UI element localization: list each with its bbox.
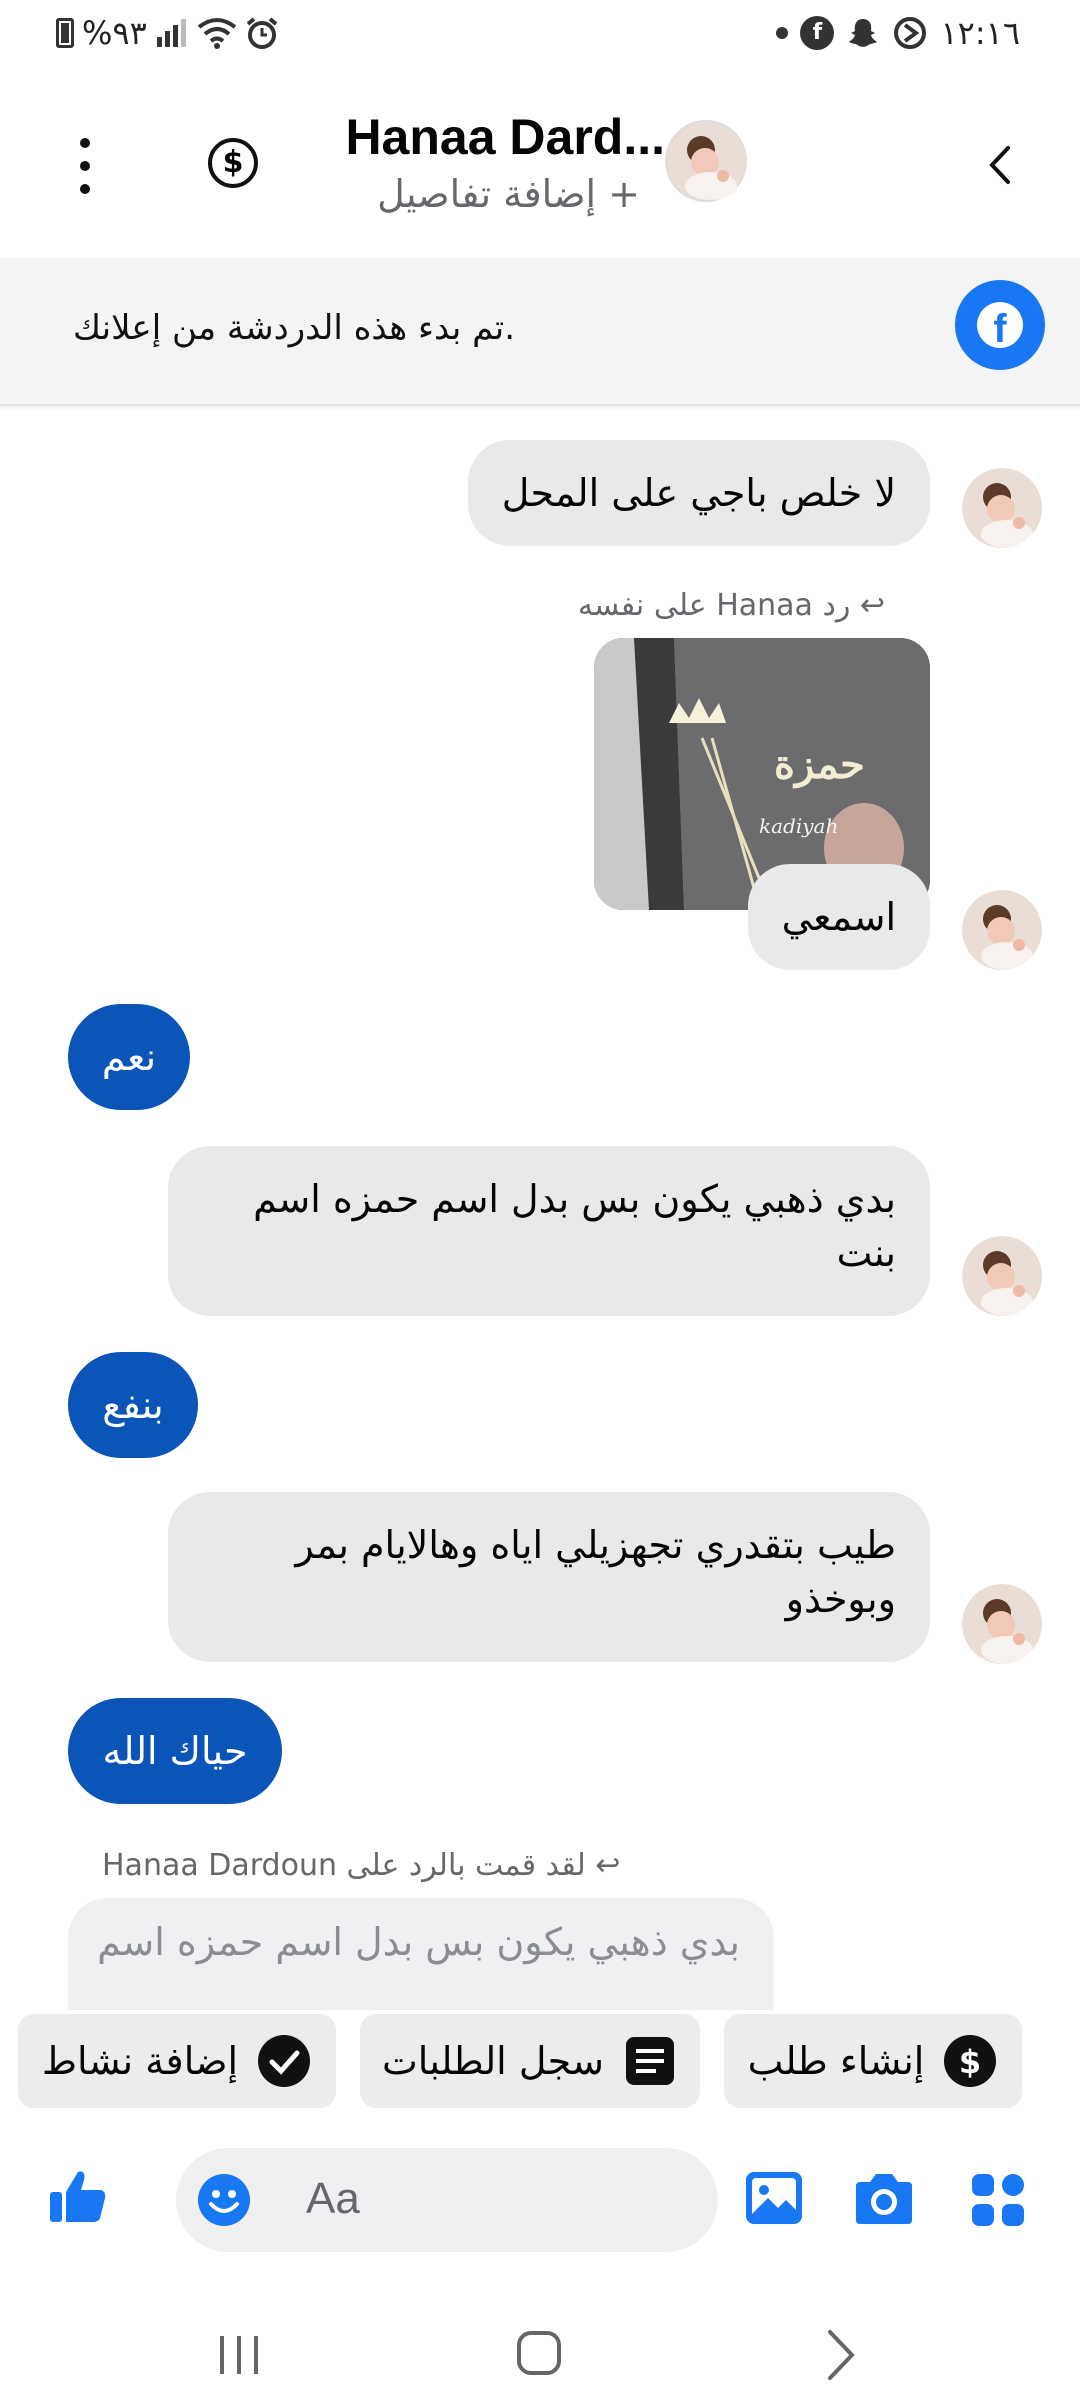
snapchat-icon <box>849 19 878 47</box>
avatar[interactable] <box>962 1236 1042 1316</box>
more-dot-icon <box>80 138 90 148</box>
data-saver-icon <box>894 17 927 49</box>
ad-origin-banner: .تم بدء هذه الدردشة من إعلانك f <box>0 258 1080 406</box>
gallery-icon[interactable] <box>744 2170 804 2226</box>
reply-arrow-icon: ↩ <box>585 1848 621 1883</box>
chip-label: إضافة نشاط <box>41 2039 239 2083</box>
recent-apps-icon[interactable] <box>214 2332 264 2378</box>
like-icon[interactable] <box>46 2164 110 2228</box>
camera-icon[interactable] <box>852 2172 916 2226</box>
back-arrow-icon[interactable] <box>980 140 1024 190</box>
message-bubble-outgoing[interactable]: بنفع <box>68 1352 198 1458</box>
status-left: %٩٣ <box>56 14 279 52</box>
add-activity-chip[interactable]: إضافة نشاط <box>18 2014 336 2108</box>
add-details-link[interactable]: + إضافة تفاصيل <box>377 172 640 216</box>
facebook-icon: f <box>800 16 835 50</box>
more-dot-icon <box>80 184 90 194</box>
apps-grid-icon[interactable] <box>970 2172 1026 2228</box>
message-bubble-incoming[interactable]: طيب بتقدري تجهزيلي اياه وهالايام بمر وبو… <box>168 1492 930 1662</box>
input-placeholder: Aa <box>306 2174 360 2223</box>
list-icon <box>625 2037 674 2085</box>
svg-text:$: $ <box>959 2043 981 2081</box>
action-chips: $ إنشاء طلب سجل الطلبات إضافة نشاط <box>0 2010 1080 2110</box>
dot-icon <box>776 27 789 39</box>
message-bubble-incoming[interactable]: اسمعي <box>747 864 930 970</box>
avatar[interactable] <box>962 890 1042 970</box>
status-bar: %٩٣ f ١٢:١٦ <box>0 0 1080 72</box>
check-icon <box>258 2035 311 2087</box>
message-bubble-incoming[interactable]: لا خلص باجي على المحل <box>467 440 930 546</box>
payment-button[interactable]: $ <box>208 138 258 188</box>
order-history-chip[interactable]: سجل الطلبات <box>360 2014 700 2108</box>
quoted-message[interactable]: بدي ذهبي يكون بس بدل اسم حمزه اسم <box>68 1898 774 2018</box>
message-bubble-incoming[interactable]: بدي ذهبي يكون بس بدل اسم حمزه اسم بنت <box>168 1146 930 1316</box>
facebook-logo-icon: f <box>955 280 1045 370</box>
emoji-icon[interactable] <box>196 2172 252 2228</box>
reply-meta: ↩ رد Hanaa على نفسه <box>577 588 885 623</box>
alarm-icon <box>246 17 278 49</box>
message-bubble-outgoing[interactable]: حياك الله <box>68 1698 282 1804</box>
dollar-icon: $ <box>944 2035 997 2087</box>
reply-meta: ↩ لقد قمت بالرد على Hanaa Dardoun <box>102 1848 621 1883</box>
conversation-header: $ Hanaa Dard... + إضافة تفاصيل <box>0 72 1080 258</box>
battery-icon <box>56 18 74 48</box>
photo-script-text: حمزة <box>774 741 865 789</box>
wifi-icon <box>197 18 237 49</box>
home-icon[interactable] <box>514 2328 564 2378</box>
message-bubble-outgoing[interactable]: نعم <box>68 1004 190 1110</box>
back-nav-icon[interactable] <box>824 2328 858 2382</box>
chip-label: إنشاء طلب <box>747 2039 925 2083</box>
reply-arrow-icon: ↩ <box>850 588 885 623</box>
battery-level: %٩٣ <box>82 14 147 52</box>
composer: Aa <box>0 2140 1080 2270</box>
avatar[interactable] <box>962 468 1042 548</box>
message-input[interactable]: Aa <box>176 2148 718 2252</box>
avatar[interactable] <box>962 1584 1042 1664</box>
dollar-icon: $ <box>222 145 244 180</box>
create-order-chip[interactable]: $ إنشاء طلب <box>724 2014 1022 2108</box>
more-options-button[interactable] <box>70 138 100 194</box>
status-right: f ١٢:١٦ <box>776 14 1020 52</box>
avatar[interactable] <box>665 120 747 202</box>
contact-name[interactable]: Hanaa Dard... <box>345 108 665 166</box>
system-navigation-bar <box>0 2290 1080 2408</box>
photo-watermark: kadiyah <box>759 814 838 838</box>
clock: ١٢:١٦ <box>940 14 1020 52</box>
banner-text: .تم بدء هذه الدردشة من إعلانك <box>73 308 515 348</box>
signal-icon <box>156 19 186 47</box>
chip-label: سجل الطلبات <box>382 2039 604 2083</box>
more-dot-icon <box>80 161 90 171</box>
